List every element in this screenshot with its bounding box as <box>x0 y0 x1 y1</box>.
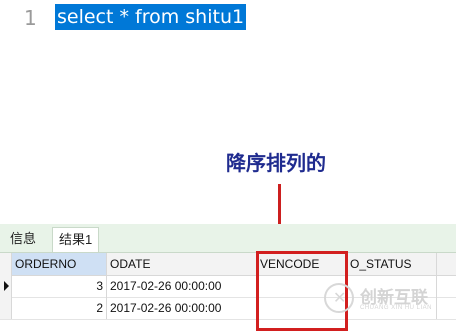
current-row-arrow-icon <box>4 281 9 291</box>
watermark-logo: 创新互联 CHUANG XIN HU LIAN <box>324 281 454 321</box>
selected-sql-text[interactable]: select * from shitu1 <box>55 4 247 30</box>
annotation-text: 降序排列的 <box>226 151 326 175</box>
column-header-odate[interactable]: ODATE <box>107 253 257 275</box>
header-corner <box>0 253 12 275</box>
row-indicator <box>0 297 12 319</box>
grid-header: ORDERNO ODATE VENCODE O_STATUS <box>0 253 456 276</box>
sql-editor[interactable]: 1 select * from shitu1 降序排列的 <box>0 0 456 242</box>
watermark-logo-icon <box>324 283 354 313</box>
line-number-gutter: 1 <box>0 0 50 224</box>
cell-orderno[interactable]: 2 <box>12 297 107 319</box>
tab-result-1[interactable]: 结果1 <box>52 227 100 252</box>
result-tab-bar: 信息 结果1 <box>0 224 456 253</box>
line-number: 1 <box>24 6 37 30</box>
cell-odate[interactable]: 2017-02-26 00:00:00 <box>107 297 257 319</box>
cell-orderno[interactable]: 3 <box>12 275 107 297</box>
tab-info[interactable]: 信息 <box>4 227 42 251</box>
current-row-indicator <box>0 275 12 297</box>
column-header-o-status[interactable]: O_STATUS <box>347 253 437 275</box>
column-header-orderno[interactable]: ORDERNO <box>12 253 107 275</box>
watermark-subtext: CHUANG XIN HU LIAN <box>360 305 433 311</box>
cell-odate[interactable]: 2017-02-26 00:00:00 <box>107 275 257 297</box>
